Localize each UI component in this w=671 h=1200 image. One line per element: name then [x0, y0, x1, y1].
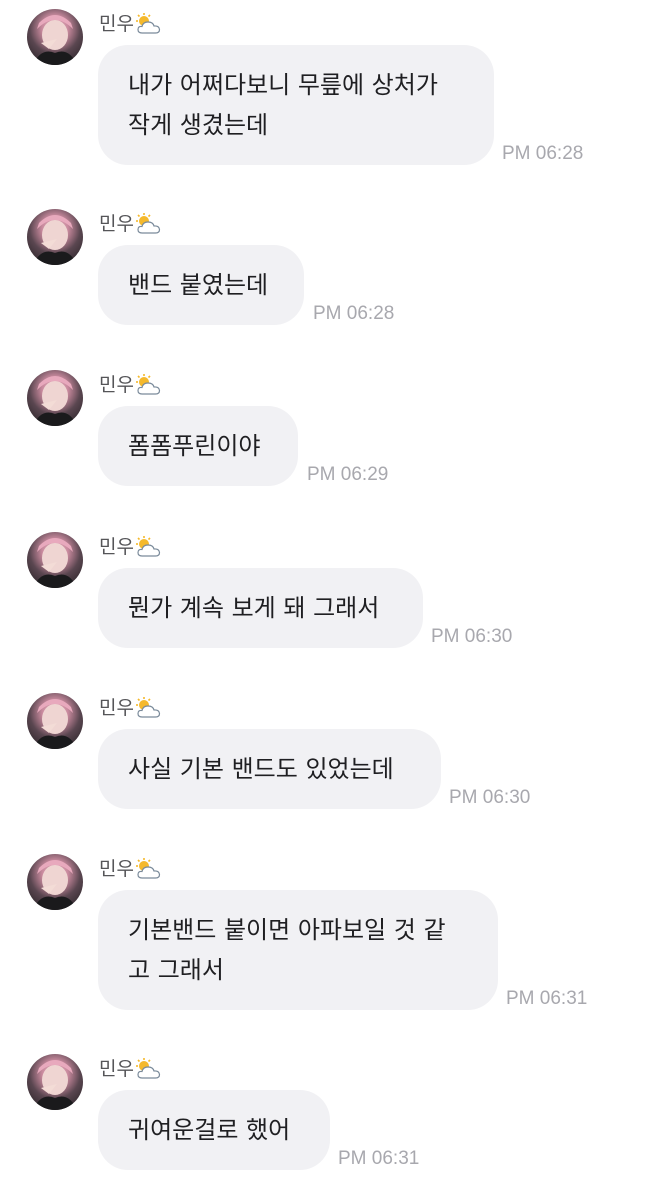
- sender-name: 민우: [99, 373, 162, 397]
- message-bubble[interactable]: 내가 어쩌다보니 무릎에 상처가 작게 생겼는데: [98, 45, 494, 165]
- sender-name: 민우: [99, 857, 162, 881]
- sender-name: 민우: [99, 212, 162, 236]
- message-timestamp: PM 06:28: [313, 303, 395, 324]
- message-timestamp: PM 06:30: [431, 626, 513, 647]
- sender-name: 민우: [99, 12, 162, 36]
- sender-name: 민우: [99, 696, 162, 720]
- avatar[interactable]: [27, 1054, 83, 1110]
- avatar[interactable]: [27, 209, 83, 265]
- sun-behind-cloud-icon: [135, 374, 162, 396]
- sun-behind-cloud-icon: [135, 697, 162, 719]
- avatar[interactable]: [27, 532, 83, 588]
- avatar[interactable]: [27, 854, 83, 910]
- message-timestamp: PM 06:29: [307, 464, 389, 485]
- message-bubble[interactable]: 귀여운걸로 했어: [98, 1090, 330, 1170]
- sun-behind-cloud-icon: [135, 858, 162, 880]
- message-bubble[interactable]: 뭔가 계속 보게 돼 그래서: [98, 568, 423, 648]
- avatar[interactable]: [27, 693, 83, 749]
- message-timestamp: PM 06:31: [506, 988, 588, 1009]
- sender-name: 민우: [99, 535, 162, 559]
- message-timestamp: PM 06:30: [449, 787, 531, 808]
- sun-behind-cloud-icon: [135, 13, 162, 35]
- message-bubble[interactable]: 사실 기본 밴드도 있었는데: [98, 729, 441, 809]
- message-timestamp: PM 06:28: [502, 143, 584, 164]
- message-timestamp: PM 06:31: [338, 1148, 420, 1169]
- message-bubble[interactable]: 밴드 붙였는데: [98, 245, 304, 325]
- message-bubble[interactable]: 기본밴드 붙이면 아파보일 것 같 고 그래서: [98, 890, 498, 1010]
- message-bubble[interactable]: 폼폼푸린이야: [98, 406, 298, 486]
- sun-behind-cloud-icon: [135, 536, 162, 558]
- avatar[interactable]: [27, 9, 83, 65]
- sun-behind-cloud-icon: [135, 1058, 162, 1080]
- sender-name: 민우: [99, 1057, 162, 1081]
- sun-behind-cloud-icon: [135, 213, 162, 235]
- avatar[interactable]: [27, 370, 83, 426]
